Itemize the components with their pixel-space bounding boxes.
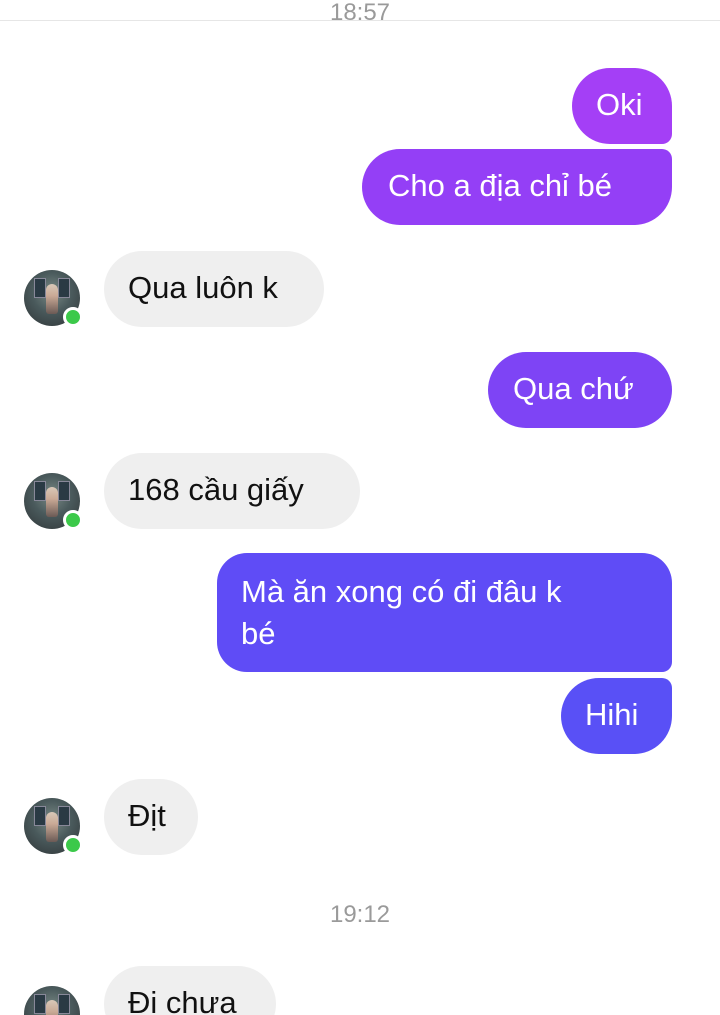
avatar-photo-figure <box>46 812 58 842</box>
avatar-photo-figure <box>46 487 58 517</box>
message-incoming[interactable]: Địt <box>104 779 198 855</box>
contact-avatar[interactable] <box>24 270 83 327</box>
online-status-dot <box>63 510 83 530</box>
avatar-photo-figure <box>46 1000 58 1015</box>
contact-avatar[interactable] <box>24 986 80 1015</box>
avatar-photo-detail <box>34 806 46 826</box>
message-incoming[interactable]: Đi chưa <box>104 966 276 1015</box>
avatar-photo-detail <box>34 278 46 298</box>
message-outgoing[interactable]: Mà ăn xong có đi đâu k bé <box>217 553 672 672</box>
chat-screen: 18:57 Oki Cho a địa chỉ bé Qua luôn k Qu… <box>0 0 720 1015</box>
message-outgoing[interactable]: Hihi <box>561 678 672 754</box>
contact-avatar[interactable] <box>24 473 83 530</box>
avatar-photo-figure <box>46 284 58 314</box>
online-status-dot <box>63 835 83 855</box>
message-outgoing[interactable]: Cho a địa chỉ bé <box>362 149 672 225</box>
avatar-photo-detail <box>34 481 46 501</box>
contact-avatar[interactable] <box>24 798 83 855</box>
timestamp: 18:57 <box>329 2 391 24</box>
avatar-photo-detail <box>58 481 70 501</box>
online-status-dot <box>63 307 83 327</box>
avatar-photo-detail <box>34 994 46 1014</box>
message-incoming[interactable]: Qua luôn k <box>104 251 324 327</box>
avatar-photo-detail <box>58 994 70 1014</box>
message-incoming[interactable]: 168 cầu giấy <box>104 453 360 529</box>
message-outgoing[interactable]: Qua chứ <box>488 352 672 428</box>
timestamp: 19:12 <box>329 901 391 928</box>
avatar-photo-detail <box>58 278 70 298</box>
avatar-photo-detail <box>58 806 70 826</box>
message-outgoing[interactable]: Oki <box>572 68 672 144</box>
